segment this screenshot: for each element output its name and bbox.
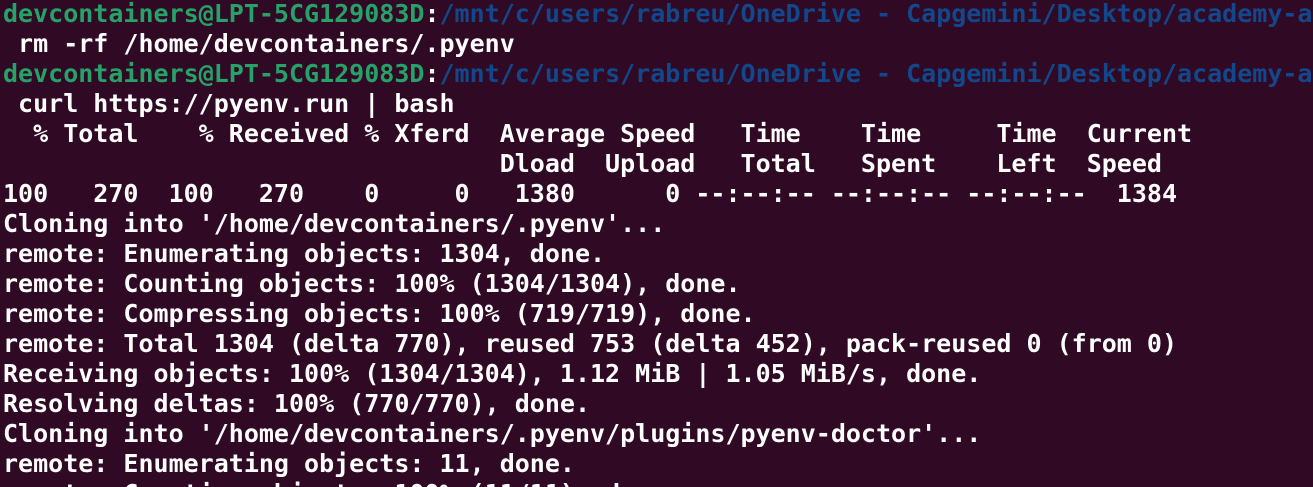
command-line: rm -rf /home/devcontainers/.pyenv [3, 29, 515, 58]
prompt-line: devcontainers@LPT-5CG129083D:/mnt/c/user… [3, 0, 1312, 29]
output-line: Resolving deltas: 100% (770/770), done. [3, 389, 590, 418]
output-line: remote: Enumerating objects: 1304, done. [3, 239, 606, 268]
prompt-path: /mnt/c/users/rabreu/OneDrive - Capgemini… [439, 0, 1313, 28]
output-line: remote: Compressing objects: 100% (719/7… [3, 299, 756, 328]
output-line: Cloning into '/home/devcontainers/.pyenv… [3, 209, 666, 238]
output-line: remote: Counting objects: 100% (1304/130… [3, 269, 741, 298]
terminal-output: devcontainers@LPT-5CG129083D:/mnt/c/user… [3, 0, 1312, 487]
prompt-user-host: devcontainers@LPT-5CG129083D [3, 0, 425, 28]
prompt-path: /mnt/c/users/rabreu/OneDrive - Capgemini… [439, 59, 1313, 88]
output-line: remote: Enumerating objects: 11, done. [3, 449, 575, 478]
output-line: Cloning into '/home/devcontainers/.pyenv… [3, 419, 982, 448]
output-line: remote: Total 1304 (delta 770), reused 7… [3, 329, 1177, 358]
prompt-separator: : [424, 59, 440, 88]
prompt-user-host: devcontainers@LPT-5CG129083D [3, 59, 425, 88]
command-line: curl https://pyenv.run | bash [3, 89, 455, 118]
output-line: remote: Counting objects: 100% (11/11), … [3, 479, 1312, 487]
output-line: Receiving objects: 100% (1304/1304), 1.1… [3, 359, 982, 388]
curl-progress-stats: 100 270 100 270 0 0 1380 0 --:--:-- --:-… [3, 179, 1177, 208]
prompt-line: devcontainers@LPT-5CG129083D:/mnt/c/user… [3, 59, 1312, 89]
curl-progress-header: % Total % Received % Xferd Average Speed… [3, 119, 1193, 148]
terminal-window[interactable]: devcontainers@LPT-5CG129083D:/mnt/c/user… [0, 0, 1313, 487]
curl-progress-subheader: Dload Upload Total Spent Left Speed [3, 149, 1162, 178]
prompt-separator: : [424, 0, 440, 28]
